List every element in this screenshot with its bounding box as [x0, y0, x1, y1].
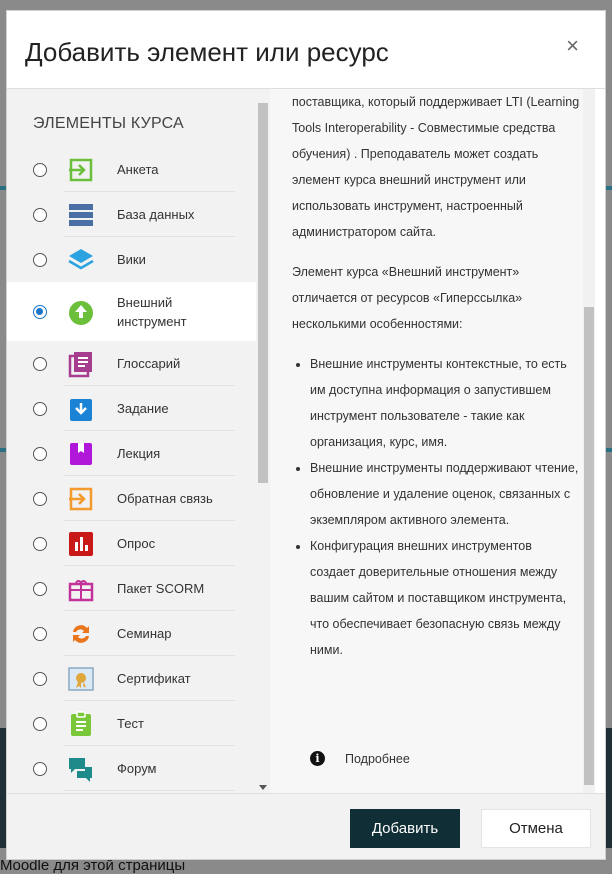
- activity-label: Внешний инструмент: [117, 294, 187, 329]
- activity-label: Задание: [117, 401, 169, 416]
- activity-label: Лекция: [117, 446, 161, 461]
- activity-item[interactable]: Лекция: [7, 431, 257, 476]
- activity-item[interactable]: Пакет SCORM: [7, 566, 257, 611]
- info-icon: i: [310, 751, 325, 766]
- section-heading: ЭЛЕМЕНТЫ КУРСА: [33, 115, 184, 132]
- description-scrollbar[interactable]: [583, 89, 595, 794]
- activity-radio[interactable]: [33, 207, 47, 222]
- activity-radio[interactable]: [33, 446, 47, 461]
- activity-label: Анкета: [117, 162, 159, 177]
- activity-radio[interactable]: [33, 626, 47, 641]
- activity-radio[interactable]: [33, 536, 47, 551]
- activity-radio[interactable]: [33, 252, 47, 267]
- activity-list: Анкета База данных Вики Внешний инструмент Г…: [7, 147, 257, 791]
- activity-radio[interactable]: [33, 356, 47, 371]
- activity-radio[interactable]: [33, 491, 47, 506]
- activity-label: Семинар: [117, 626, 172, 641]
- activity-item[interactable]: Обратная связь: [7, 476, 257, 521]
- glossary-icon: [67, 350, 95, 378]
- description-paragraph: Элемент курса «Внешний инструмент» отлич…: [292, 265, 523, 331]
- choice-chart-icon: [67, 530, 95, 558]
- activity-radio[interactable]: [33, 581, 47, 596]
- activity-radio[interactable]: [33, 304, 47, 319]
- certificate-icon: [67, 665, 95, 693]
- activity-item[interactable]: Семинар: [7, 611, 257, 656]
- quiz-icon: [67, 710, 95, 738]
- scroll-down-arrow[interactable]: [259, 785, 267, 790]
- description-intro: поставщика, который поддерживает LTI (Le…: [292, 95, 580, 239]
- upload-cloud-icon: [67, 298, 95, 326]
- activity-item[interactable]: База данных: [7, 192, 257, 237]
- assignment-icon: [67, 395, 95, 423]
- feedback-arrow-icon: [67, 156, 95, 184]
- activity-radio[interactable]: [33, 716, 47, 731]
- scrollbar-thumb[interactable]: [258, 103, 268, 483]
- activity-radio[interactable]: [33, 162, 47, 177]
- activity-label: Глоссарий: [117, 356, 181, 371]
- modal-footer: Добавить Отмена: [7, 793, 605, 859]
- add-button[interactable]: Добавить: [350, 809, 460, 848]
- database-icon: [67, 201, 95, 229]
- activity-item[interactable]: Анкета: [7, 147, 257, 192]
- activity-radio[interactable]: [33, 401, 47, 416]
- activity-label: Опрос: [117, 536, 156, 551]
- activity-label: Тест: [117, 716, 144, 731]
- modal-header: Добавить элемент или ресурс ×: [7, 11, 605, 89]
- item-divider: [64, 790, 235, 791]
- feature-item: Внешние инструменты контекстные, то есть…: [310, 351, 580, 455]
- activity-label: Обратная связь: [117, 491, 213, 506]
- scrollbar-thumb[interactable]: [584, 307, 594, 785]
- close-button[interactable]: ×: [566, 35, 579, 57]
- activity-label: Вики: [117, 252, 146, 267]
- forum-icon: [67, 755, 95, 783]
- add-activity-modal: Добавить элемент или ресурс × ЭЛЕМЕНТЫ К…: [6, 10, 606, 860]
- modal-title: Добавить элемент или ресурс: [25, 37, 389, 67]
- activity-label: База данных: [117, 207, 195, 222]
- cancel-button[interactable]: Отмена: [481, 809, 591, 848]
- activity-list-scrollbar[interactable]: [256, 89, 270, 794]
- activity-radio[interactable]: [33, 671, 47, 686]
- activity-item[interactable]: Вики: [7, 237, 257, 282]
- activity-label: Пакет SCORM: [117, 581, 205, 596]
- lesson-icon: [67, 440, 95, 468]
- activity-label: Сертификат: [117, 671, 191, 686]
- activity-item[interactable]: Внешний инструмент: [7, 282, 257, 341]
- activity-item[interactable]: Сертификат: [7, 656, 257, 701]
- activity-item[interactable]: Задание: [7, 386, 257, 431]
- feedback-icon: [67, 485, 95, 513]
- activity-item[interactable]: Тест: [7, 701, 257, 746]
- scorm-package-icon: [67, 575, 95, 603]
- activity-list-pane[interactable]: ЭЛЕМЕНТЫ КУРСА Анкета База данных Вики Внеш…: [7, 89, 270, 794]
- wiki-layers-icon: [67, 246, 95, 274]
- activity-item[interactable]: Форум: [7, 746, 257, 791]
- activity-item[interactable]: Опрос: [7, 521, 257, 566]
- activity-item[interactable]: Глоссарий: [7, 341, 257, 386]
- feature-item: Конфигурация внешних инструментов создае…: [310, 533, 580, 663]
- more-help-link[interactable]: i Подробнее: [310, 751, 410, 766]
- activity-radio[interactable]: [33, 761, 47, 776]
- description-pane[interactable]: поставщика, который поддерживает LTI (Le…: [270, 89, 595, 794]
- workshop-cycle-icon: [67, 620, 95, 648]
- activity-label: Форум: [117, 761, 157, 776]
- feature-list: Внешние инструменты контекстные, то есть…: [292, 351, 580, 663]
- description-text: поставщика, который поддерживает LTI (Le…: [292, 89, 580, 675]
- feature-item: Внешние инструменты поддерживают чтение,…: [310, 455, 580, 533]
- more-help-label[interactable]: Подробнее: [345, 752, 410, 766]
